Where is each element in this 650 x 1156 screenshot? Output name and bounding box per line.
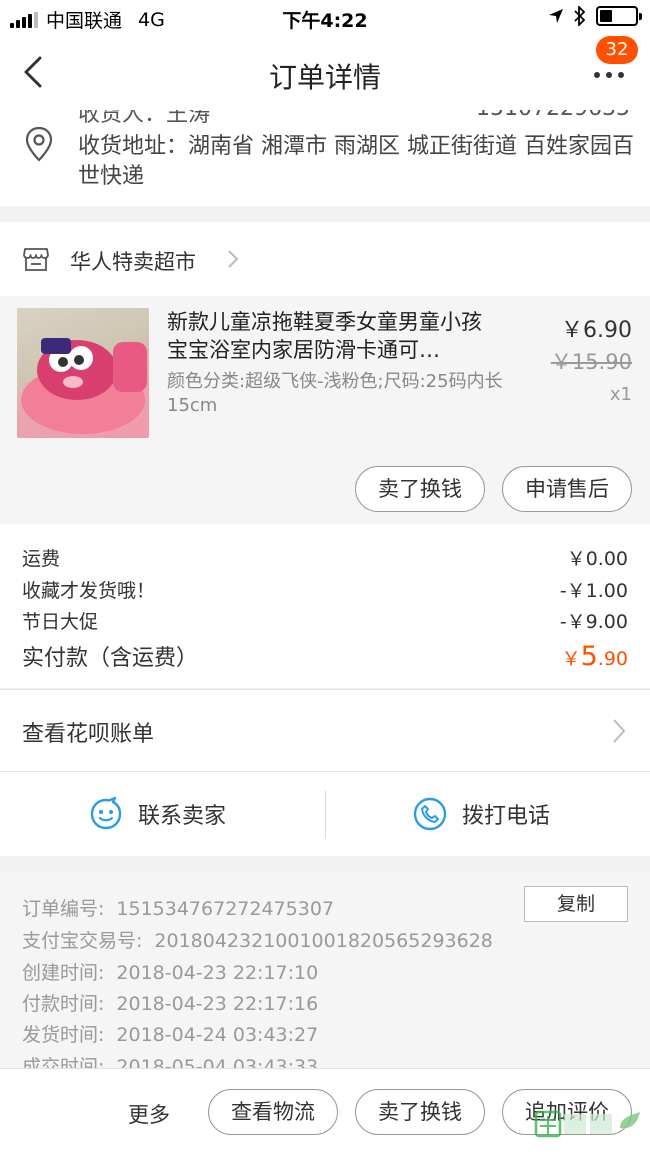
product-title[interactable]: 新款儿童凉拖鞋夏季女童男童小孩宝宝浴室内家居防滑卡通可… — [167, 308, 497, 364]
bluetooth-icon — [574, 6, 586, 26]
product-price: ￥6.90 — [561, 318, 632, 343]
store-icon — [23, 248, 49, 271]
shop-name: 华人特卖超市 — [70, 250, 196, 274]
message-count-badge: 32 — [596, 36, 638, 64]
total-label: 实付款（含运费） — [22, 646, 199, 671]
address-card[interactable]: 收货人：王涛 15107229635 收货地址：湖南省 湘潭市 雨湖区 城正街街… — [0, 110, 650, 206]
created-time-row: 创建时间: 2018-04-23 22:17:10 — [22, 958, 318, 985]
shipped-time: 2018-04-24 03:43:27 — [116, 1024, 319, 1046]
created-time: 2018-04-23 22:17:10 — [116, 962, 319, 984]
info-label: 支付宝交易号: — [22, 930, 143, 952]
info-label: 成交时间: — [22, 1056, 105, 1068]
huabei-label: 查看花呗账单 — [22, 722, 155, 747]
more-actions-button[interactable]: 更多 — [128, 1099, 170, 1129]
total-integer: 5 — [580, 640, 598, 672]
shipped-time-row: 发货时间: 2018-04-24 03:43:27 — [22, 1020, 318, 1047]
total-paid-row: 实付款（含运费） ￥5.90 — [22, 638, 628, 674]
more-menu-button[interactable] — [592, 64, 630, 94]
slipper-image — [21, 338, 147, 434]
status-right — [548, 6, 642, 26]
product-original-price: ￥15.90 — [550, 350, 632, 374]
receiver-phone: 15107229635 — [476, 110, 630, 121]
info-label: 付款时间: — [22, 993, 105, 1015]
chevron-right-icon — [613, 719, 626, 743]
shipping-address: 收货地址：湖南省 湘潭市 雨湖区 城正街街道 百姓家园百世快递 — [78, 132, 634, 192]
fee-row-favorite-discount: 收藏才发货哦！ -￥1.00 — [22, 574, 628, 604]
fee-value: -￥9.00 — [559, 610, 628, 633]
fee-row-festival-promo: 节日大促 -￥9.00 — [22, 605, 628, 635]
chevron-right-icon — [228, 250, 239, 268]
completed-time: 2018-05-04 03:43:33 — [116, 1056, 319, 1068]
receiver-name: 收货人：王涛 — [78, 110, 211, 127]
battery-icon — [596, 6, 642, 26]
more-dots-icon — [594, 72, 624, 78]
site-watermark — [528, 1108, 644, 1154]
call-phone-button[interactable]: 拨打电话 — [412, 772, 550, 856]
product-quantity: x1 — [609, 384, 632, 405]
product-thumbnail[interactable] — [17, 308, 149, 438]
nav-bar: 订单详情 32 — [0, 36, 650, 110]
location-pin-icon — [25, 126, 53, 162]
divider — [325, 790, 326, 838]
view-logistics-button[interactable]: 查看物流 — [208, 1089, 338, 1135]
total-currency: ￥ — [561, 647, 581, 670]
contact-bar: 联系卖家 拨打电话 — [0, 772, 650, 856]
after-sales-button[interactable]: 申请售后 — [502, 466, 632, 512]
huabei-bill-row[interactable]: 查看花呗账单 — [0, 689, 650, 772]
paid-time: 2018-04-23 22:17:16 — [116, 993, 319, 1015]
fee-value: ￥0.00 — [566, 547, 628, 570]
status-bar: 中国联通 4G 下午4:22 — [0, 0, 650, 36]
alipay-trade-number: 2018042321001001820565293628 — [154, 930, 493, 952]
total-value: ￥5.90 — [562, 641, 628, 672]
watermark-logo — [534, 1110, 640, 1138]
copy-button[interactable]: 复制 — [524, 886, 628, 922]
product-spec: 颜色分类:超级飞侠-浅粉色;尺码:25码内长15cm — [167, 371, 503, 416]
phone-icon — [413, 797, 447, 831]
fee-label: 收藏才发货哦！ — [22, 579, 156, 602]
page-title: 订单详情 — [268, 61, 381, 94]
fee-row-shipping: 运费 ￥0.00 — [22, 542, 628, 572]
product-item[interactable]: 新款儿童凉拖鞋夏季女童男童小孩宝宝浴室内家居防滑卡通可… 颜色分类:超级飞侠-浅… — [0, 296, 650, 524]
resell-bottom-button[interactable]: 卖了换钱 — [355, 1089, 485, 1135]
completed-time-row: 成交时间: 2018-05-04 03:43:33 — [22, 1052, 318, 1068]
order-number[interactable]: 151534767272475307 — [116, 898, 334, 920]
resell-button[interactable]: 卖了换钱 — [355, 466, 485, 512]
alipay-trade-row: 支付宝交易号: 2018042321001001820565293628 — [22, 926, 493, 953]
call-phone-label: 拨打电话 — [462, 804, 551, 829]
info-label: 订单编号: — [22, 898, 105, 920]
info-label: 发货时间: — [22, 1024, 105, 1046]
info-label: 创建时间: — [22, 962, 105, 984]
chat-smile-icon — [90, 796, 122, 830]
fee-summary: 运费 ￥0.00 收藏才发货哦！ -￥1.00 节日大促 -￥9.00 实付款（… — [0, 524, 650, 688]
fee-label: 节日大促 — [22, 610, 99, 633]
contact-seller-button[interactable]: 联系卖家 — [88, 772, 226, 856]
total-decimal: .90 — [597, 647, 628, 670]
contact-seller-label: 联系卖家 — [138, 804, 227, 829]
location-arrow-icon — [549, 9, 563, 23]
paid-time-row: 付款时间: 2018-04-23 22:17:16 — [22, 989, 318, 1016]
fee-value: -￥1.00 — [559, 579, 628, 602]
order-number-row: 订单编号: 151534767272475307 — [22, 894, 334, 921]
fee-label: 运费 — [22, 547, 61, 570]
address-label: 收货地址： — [78, 134, 189, 159]
order-info: 订单编号: 151534767272475307 复制 支付宝交易号: 201804… — [0, 872, 650, 1068]
shop-row[interactable]: 华人特卖超市 — [0, 222, 650, 296]
